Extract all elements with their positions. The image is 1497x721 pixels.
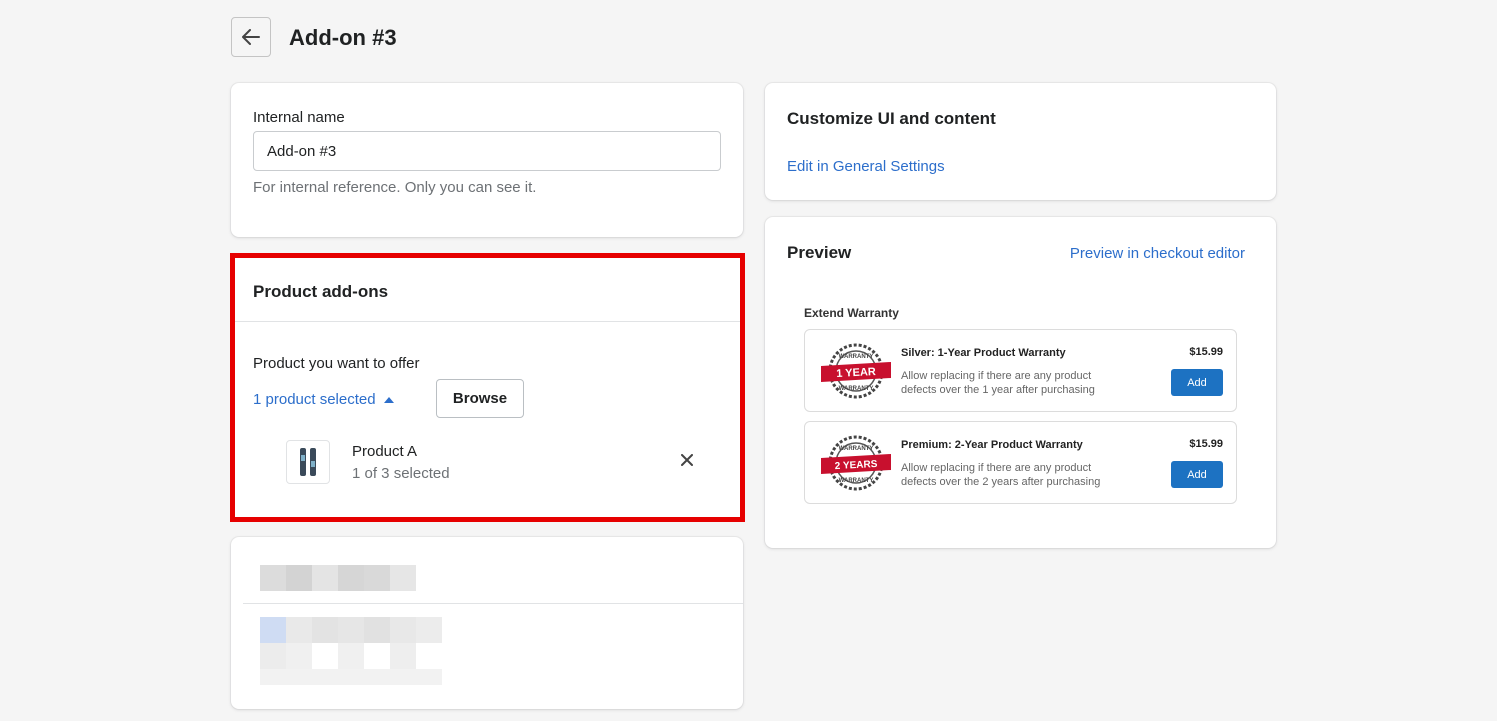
warranty-description: Allow replacing if there are any product… (901, 462, 1101, 488)
blurred-block (286, 617, 312, 643)
internal-name-help: For internal reference. Only you can see… (253, 179, 537, 196)
warranty-price: $15.99 (1189, 438, 1223, 450)
blurred-block (390, 617, 416, 643)
add-warranty-button[interactable]: Add (1171, 369, 1223, 396)
caret-up-icon (383, 396, 394, 403)
browse-button[interactable]: Browse (436, 379, 524, 418)
blurred-block (260, 565, 286, 591)
warranty-description: Allow replacing if there are any product… (901, 370, 1095, 396)
add-warranty-button[interactable]: Add (1171, 461, 1223, 488)
product-addons-card: Product add-ons Product you want to offe… (231, 253, 743, 521)
internal-name-label: Internal name (253, 109, 345, 126)
internal-name-input[interactable] (253, 131, 721, 171)
internal-name-card: Internal name For internal reference. On… (231, 83, 743, 237)
blurred-block (338, 643, 364, 669)
blurred-block (338, 617, 364, 643)
blurred-block (286, 565, 312, 591)
close-icon (681, 454, 693, 466)
product-variant-count: 1 of 3 selected (352, 465, 450, 482)
warranty-option: WARRANTY WARRANTY 1 YEAR Silver: 1-Year … (804, 329, 1237, 412)
warranty-price: $15.99 (1189, 346, 1223, 358)
product-name: Product A (352, 443, 418, 460)
blurred-block (364, 565, 390, 591)
page-title: Add-on #3 (289, 25, 397, 50)
badge-ring-top: WARRANTY (839, 446, 874, 452)
divider (231, 321, 743, 322)
warranty-title: Silver: 1-Year Product Warranty (901, 347, 1066, 359)
arrow-left-icon (242, 29, 260, 45)
products-selected-label: 1 product selected (253, 391, 376, 408)
divider (243, 603, 743, 604)
edit-general-settings-link[interactable]: Edit in General Settings (787, 158, 945, 175)
blurred-block (260, 617, 286, 643)
badge-ring-bottom: WARRANTY (839, 478, 874, 484)
product-addons-title: Product add-ons (253, 282, 389, 301)
blurred-block (312, 617, 338, 643)
customize-title: Customize UI and content (787, 109, 996, 128)
warranty-badge-icon: WARRANTY WARRANTY 2 YEARS (821, 435, 891, 491)
remove-product-button[interactable] (677, 450, 697, 470)
products-selected-toggle[interactable]: 1 product selected (253, 391, 394, 408)
offer-label: Product you want to offer (253, 355, 420, 372)
product-image-icon (300, 448, 316, 476)
blurred-block (260, 643, 286, 669)
customize-card: Customize UI and content Edit in General… (765, 83, 1276, 200)
blurred-block (390, 565, 416, 591)
warranty-title: Premium: 2-Year Product Warranty (901, 439, 1083, 451)
product-thumbnail (286, 440, 330, 484)
preview-card: Preview Preview in checkout editor Exten… (765, 217, 1276, 548)
blurred-block (390, 643, 416, 669)
blurred-card (231, 537, 743, 709)
blurred-block (312, 565, 338, 591)
warranty-badge-icon: WARRANTY WARRANTY 1 YEAR (821, 343, 891, 399)
badge-ring-bottom: WARRANTY (839, 386, 874, 392)
badge-label: 2 YEARS (835, 459, 878, 472)
warranty-heading: Extend Warranty (804, 306, 899, 320)
preview-checkout-editor-link[interactable]: Preview in checkout editor (1070, 245, 1245, 262)
blurred-block (338, 565, 364, 591)
blurred-block (416, 617, 442, 643)
blurred-block (364, 617, 390, 643)
badge-ring-top: WARRANTY (839, 354, 874, 360)
warranty-option: WARRANTY WARRANTY 2 YEARS Premium: 2-Yea… (804, 421, 1237, 504)
blurred-block (260, 669, 442, 685)
back-button[interactable] (231, 17, 271, 57)
blurred-block (286, 643, 312, 669)
badge-label: 1 YEAR (836, 366, 876, 380)
preview-title: Preview (787, 243, 852, 262)
